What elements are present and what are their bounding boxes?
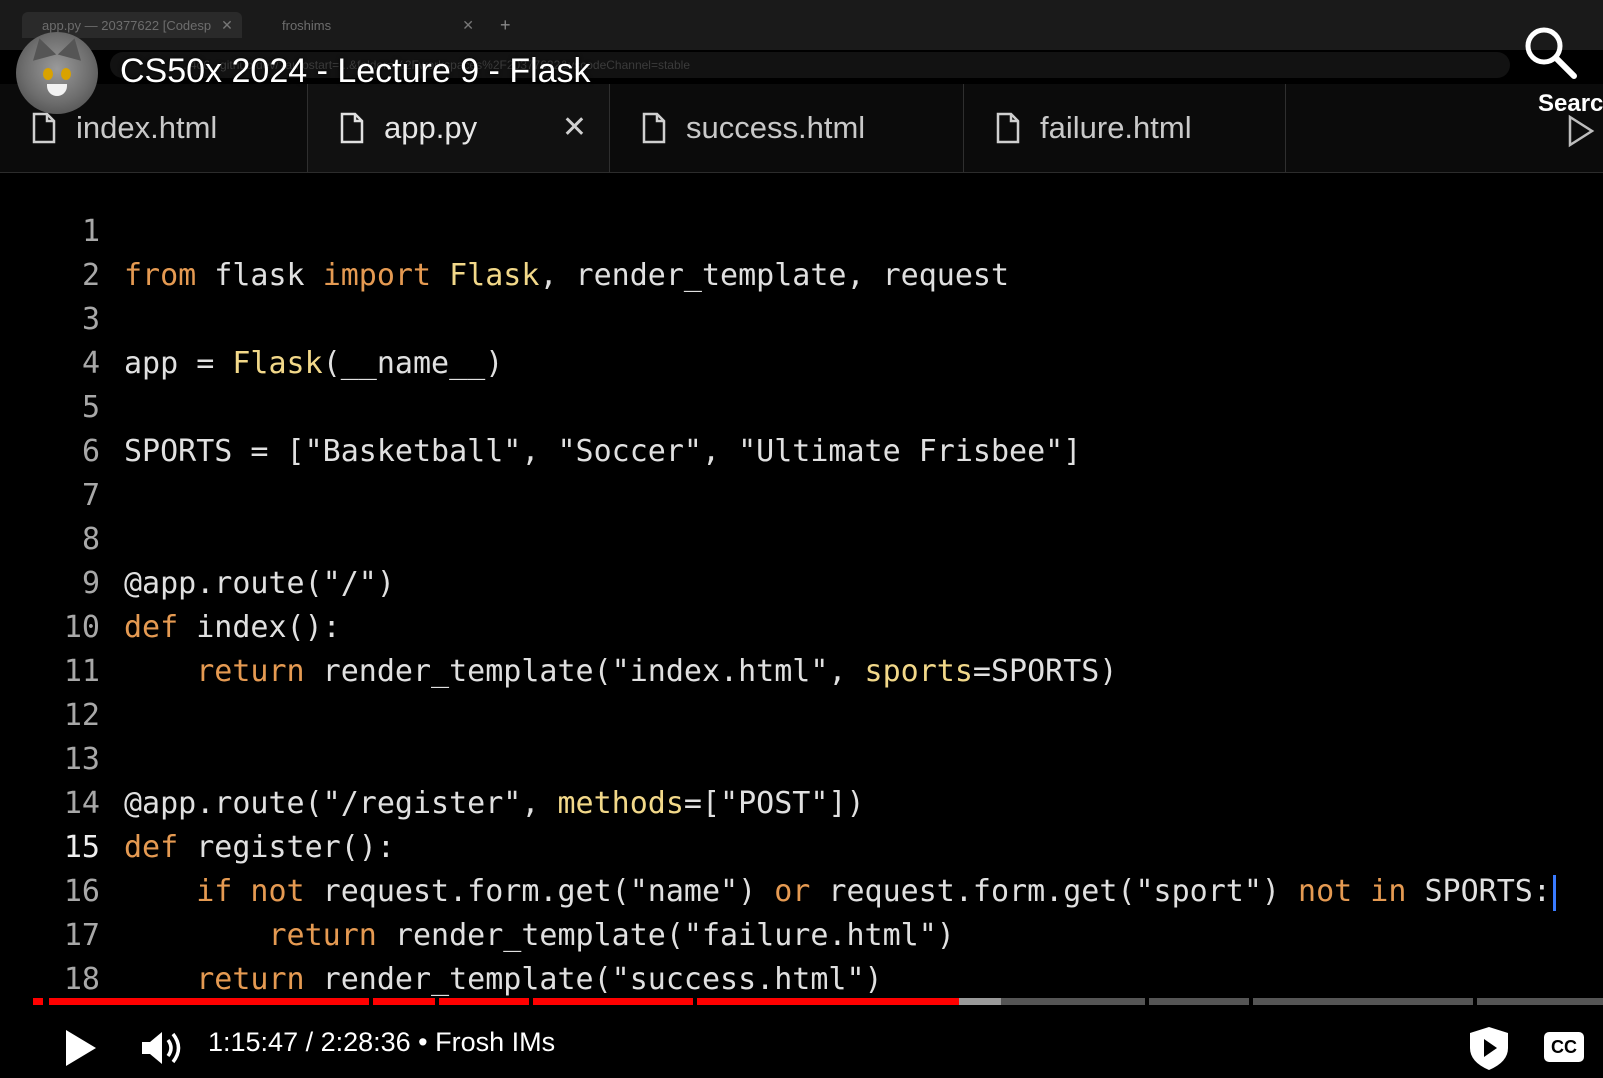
close-icon[interactable]: ✕ (562, 110, 587, 145)
chapter-segment[interactable] (1477, 998, 1603, 1005)
close-icon[interactable]: ✕ (462, 17, 474, 34)
browser-tab-froshims[interactable]: froshims ✕ (262, 12, 482, 38)
tab-success-html[interactable]: success.html (610, 84, 964, 172)
code-token: render_template("failure.html") (376, 918, 955, 953)
code-line-current: 15 if not request.form.get("name") or re… (0, 782, 1556, 911)
chapter-segment[interactable] (373, 998, 435, 1005)
code-token: return (196, 654, 305, 689)
seek-bar[interactable] (33, 998, 1603, 1005)
browser-tab-strip: app.py — 20377622 [Codesp ✕ froshims ✕ + (0, 0, 1603, 50)
code-token: (__name__) (322, 346, 504, 381)
chapter-segment[interactable] (33, 998, 43, 1005)
code-token: , render_template, request (539, 258, 1010, 293)
code-token: Flask (232, 346, 323, 381)
code-token: @app.route("/") (124, 566, 395, 601)
code-line: 8 @app.route("/") (0, 474, 395, 601)
tab-label: index.html (76, 110, 218, 145)
code-line: 18 (0, 914, 100, 997)
code-token: from (124, 258, 197, 293)
code-line: 13 @app.route("/register", methods=["POS… (0, 694, 865, 821)
code-token: or (774, 874, 811, 909)
code-token: if not (196, 874, 305, 909)
code-token: sports (864, 654, 973, 689)
code-line: 17 return render_template("success.html"… (0, 870, 883, 997)
file-icon (32, 112, 56, 144)
code-token: SPORTS = ["Basketball", "Soccer", "Ultim… (124, 434, 1082, 469)
code-line: 10 return render_template("index.html", … (0, 562, 1118, 689)
chapter-segment[interactable] (1149, 998, 1249, 1005)
editor-tab-bar: index.html app.py ✕ success.html failure… (0, 84, 1603, 173)
code-token: request.form.get("name") (304, 874, 775, 909)
code-line: 1 from flask import Flask, render_templa… (0, 166, 1009, 293)
code-line: 16 return render_template("failure.html"… (0, 826, 955, 953)
cc-icon[interactable]: CC (1544, 1032, 1584, 1062)
buffer-segment[interactable] (959, 998, 1001, 1005)
close-icon[interactable]: ✕ (221, 17, 233, 34)
code-token: not in (1298, 874, 1407, 909)
browser-tab-label: app.py — 20377622 [Codesp (42, 17, 212, 33)
code-token: index(): (178, 610, 341, 645)
code-token: render_template("success.html") (304, 962, 883, 997)
run-icon[interactable] (1566, 114, 1596, 148)
text-cursor (1552, 874, 1556, 911)
code-token: return (268, 918, 377, 953)
chapter-segment[interactable] (1253, 998, 1473, 1005)
tab-failure-html[interactable]: failure.html (964, 84, 1286, 172)
code-token: Flask (431, 258, 540, 293)
tab-label: success.html (686, 110, 866, 145)
chapter-segment[interactable] (533, 998, 693, 1005)
code-token: app = (124, 346, 233, 381)
code-line: 12 (0, 650, 100, 733)
file-icon (642, 112, 666, 144)
code-line: 3 app = Flask(__name__) (0, 254, 503, 381)
search-icon[interactable] (1520, 22, 1580, 82)
code-line: 2 (0, 210, 100, 293)
code-line: 4 (0, 298, 100, 381)
search-label[interactable]: Searc (1538, 90, 1603, 118)
code-line: 5 SPORTS = ["Basketball", "Soccer", "Ult… (0, 342, 1081, 469)
code-token: register(): (178, 830, 395, 865)
channel-avatar[interactable] (16, 32, 98, 114)
code-token: import (322, 258, 432, 293)
code-line: 14 def register(): (0, 738, 395, 865)
code-token: =SPORTS) (972, 654, 1118, 689)
code-token: return (196, 962, 305, 997)
code-token: flask (196, 258, 323, 293)
shield-icon[interactable] (1466, 1024, 1512, 1072)
play-icon[interactable] (62, 1028, 98, 1068)
browser-tab-label: froshims (282, 17, 332, 33)
time-display: 1:15:47 / 2:28:36 • Frosh IMs (208, 1027, 556, 1057)
player-controls: 1:15:47 / 2:28:36 • Frosh IMs CC (0, 1010, 1603, 1078)
file-icon (996, 112, 1020, 144)
volume-icon[interactable] (140, 1028, 188, 1068)
code-token: methods (557, 786, 684, 821)
tab-app-py[interactable]: app.py ✕ (308, 84, 610, 172)
video-title[interactable]: CS50x 2024 - Lecture 9 - Flask (120, 52, 591, 91)
code-token: request.form.get("sport") (810, 874, 1299, 909)
code-token: def (124, 830, 179, 865)
code-token: =["POST"]) (683, 786, 865, 821)
chapter-segment[interactable] (439, 998, 529, 1005)
code-line: 11 (0, 606, 100, 689)
code-line: 7 (0, 430, 100, 513)
chapter-segment[interactable] (1001, 998, 1145, 1005)
line-number: 18 (63, 962, 100, 997)
chapter-segment-played[interactable] (697, 998, 959, 1005)
code-token: SPORTS: (1406, 874, 1551, 909)
code-token: def (124, 610, 179, 645)
code-token: render_template("index.html", (304, 654, 865, 689)
tab-label: failure.html (1040, 110, 1192, 145)
chapter-segment[interactable] (49, 998, 369, 1005)
code-line: 6 (0, 386, 100, 469)
code-line: 9 def index(): (0, 518, 341, 645)
tab-label: app.py (384, 110, 478, 145)
code-token: @app.route("/register", (124, 786, 558, 821)
new-tab-button[interactable]: + (500, 12, 511, 38)
file-icon (340, 112, 364, 144)
